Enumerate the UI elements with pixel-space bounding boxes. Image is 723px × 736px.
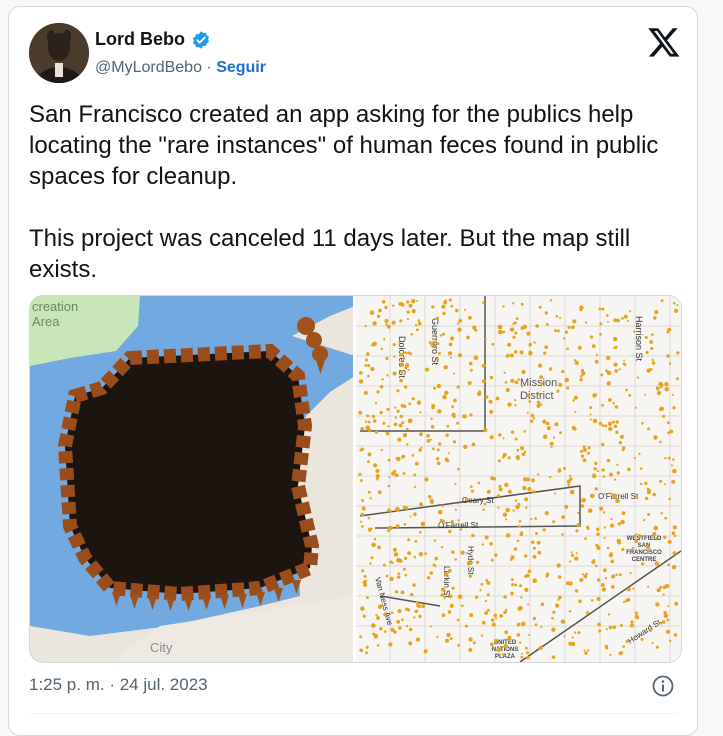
author-name-row[interactable]: Lord Bebo	[95, 29, 211, 50]
map-image: creation Area City Dolores St Guerrero S…	[30, 296, 681, 662]
svg-text:PLAZA: PLAZA	[495, 654, 516, 660]
street-harrison: Harrison St	[634, 316, 644, 362]
svg-text:CENTRE: CENTRE	[632, 557, 657, 563]
info-icon[interactable]	[651, 674, 675, 698]
label-un-plaza: UNITED NATIONS PLAZA	[492, 640, 519, 660]
street-hyde: Hyde St	[466, 546, 475, 575]
separator: ·	[201, 59, 217, 76]
verified-badge-icon	[192, 30, 210, 49]
tweet-card: Lord Bebo @MyLordBebo · Seguir San Franc…	[8, 6, 698, 736]
label-mission-1: Mission	[520, 377, 557, 389]
author-handle[interactable]: @MyLordBebo	[95, 59, 202, 76]
svg-text:FRANCISCO: FRANCISCO	[626, 550, 662, 556]
map-label-area-1: creation	[32, 299, 78, 314]
post-text: San Francisco created an app asking for …	[29, 101, 659, 283]
street-ofarrell-b: O'Farrell St	[438, 521, 479, 530]
x-logo-icon[interactable]	[647, 25, 681, 59]
author-name[interactable]: Lord Bebo	[95, 29, 185, 50]
map-label-area-2: Area	[32, 314, 60, 329]
handle-row: @MyLordBebo · Seguir	[95, 59, 266, 77]
label-mission-2: District	[520, 390, 554, 402]
post-timestamp[interactable]: 1:25 p. m. · 24 jul. 2023	[29, 675, 208, 695]
divider	[29, 713, 677, 714]
map-label-city: City	[150, 640, 173, 655]
post-image[interactable]: creation Area City Dolores St Guerrero S…	[29, 295, 682, 663]
avatar[interactable]	[29, 23, 89, 83]
follow-button[interactable]: Seguir	[216, 59, 266, 76]
